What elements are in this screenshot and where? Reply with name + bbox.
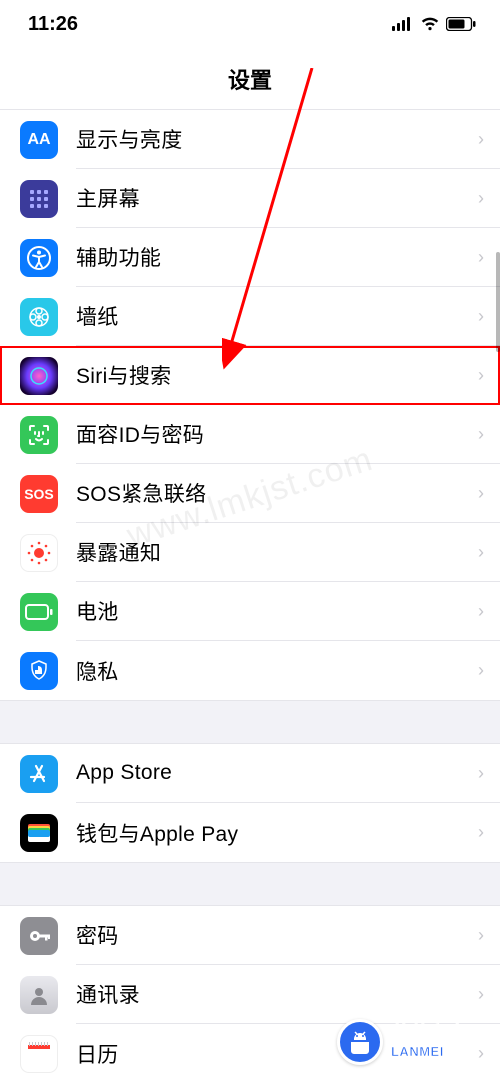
home-icon [20, 180, 58, 218]
row-wallpaper[interactable]: 墙纸› [0, 287, 500, 346]
faceid-icon [20, 416, 58, 454]
page-title: 设置 [228, 63, 272, 95]
row-label: 密码 [76, 920, 478, 950]
row-appstore[interactable]: App Store› [0, 744, 500, 803]
signal-icon [392, 17, 414, 31]
row-label: Siri与搜索 [76, 360, 478, 390]
row-label: 显示与亮度 [76, 124, 478, 154]
row-label: SOS紧急联络 [76, 478, 478, 508]
chevron-right-icon: › [478, 984, 484, 1005]
row-faceid[interactable]: 面容ID与密码› [0, 405, 500, 464]
display-icon: AA [20, 121, 58, 159]
row-privacy[interactable]: 隐私› [0, 641, 500, 700]
status-indicators [392, 17, 476, 31]
status-time: 11:26 [28, 13, 78, 36]
row-label: 面容ID与密码 [76, 419, 478, 449]
group-separator [0, 700, 500, 744]
row-label: 主屏幕 [76, 183, 478, 213]
chevron-right-icon: › [478, 424, 484, 445]
sos-icon: SOS [20, 475, 58, 513]
chevron-right-icon: › [478, 660, 484, 681]
battery-icon [446, 17, 476, 31]
row-siri[interactable]: Siri与搜索› [0, 346, 500, 405]
wifi-icon [420, 17, 440, 31]
row-label: 暴露通知 [76, 537, 478, 567]
row-contacts[interactable]: 通讯录› [0, 965, 500, 1024]
row-label: 辅助功能 [76, 242, 478, 272]
chevron-right-icon: › [478, 822, 484, 843]
wallet-icon [20, 814, 58, 852]
row-battery[interactable]: 电池› [0, 582, 500, 641]
exposure-icon [20, 534, 58, 572]
row-calendar[interactable]: 日历› [0, 1024, 500, 1083]
row-exposure[interactable]: 暴露通知› [0, 523, 500, 582]
chevron-right-icon: › [478, 188, 484, 209]
chevron-right-icon: › [478, 763, 484, 784]
chevron-right-icon: › [478, 483, 484, 504]
status-bar: 11:26 [0, 0, 500, 48]
siri-icon [20, 357, 58, 395]
row-label: App Store [76, 761, 478, 785]
row-label: 钱包与Apple Pay [76, 818, 478, 848]
row-label: 隐私 [76, 656, 478, 686]
battery-icon [20, 593, 58, 631]
passwords-icon [20, 917, 58, 955]
chevron-right-icon: › [478, 542, 484, 563]
row-passwords[interactable]: 密码› [0, 906, 500, 965]
calendar-icon [20, 1035, 58, 1073]
privacy-icon [20, 652, 58, 690]
row-label: 电池 [76, 596, 478, 626]
chevron-right-icon: › [478, 306, 484, 327]
chevron-right-icon: › [478, 601, 484, 622]
settings-group-3: 密码› 通讯录› 日历› [0, 906, 500, 1083]
chevron-right-icon: › [478, 247, 484, 268]
chevron-right-icon: › [478, 1043, 484, 1064]
row-home[interactable]: 主屏幕› [0, 169, 500, 228]
row-accessibility[interactable]: 辅助功能› [0, 228, 500, 287]
scrollbar[interactable] [496, 252, 500, 352]
row-label: 通讯录 [76, 979, 478, 1009]
chevron-right-icon: › [478, 365, 484, 386]
contacts-icon [20, 976, 58, 1014]
nav-header: 设置 [0, 48, 500, 110]
group-separator [0, 862, 500, 906]
settings-group-2: App Store› 钱包与Apple Pay› [0, 744, 500, 862]
row-sos[interactable]: SOS SOS紧急联络› [0, 464, 500, 523]
accessibility-icon [20, 239, 58, 277]
row-display[interactable]: AA 显示与亮度› [0, 110, 500, 169]
row-label: 墙纸 [76, 301, 478, 331]
chevron-right-icon: › [478, 925, 484, 946]
settings-group-1: AA 显示与亮度› 主屏幕› 辅助功能› 墙纸› Siri与搜索› 面容ID与密… [0, 110, 500, 700]
appstore-icon [20, 755, 58, 793]
chevron-right-icon: › [478, 129, 484, 150]
row-wallet[interactable]: 钱包与Apple Pay› [0, 803, 500, 862]
wallpaper-icon [20, 298, 58, 336]
row-label: 日历 [76, 1039, 478, 1069]
